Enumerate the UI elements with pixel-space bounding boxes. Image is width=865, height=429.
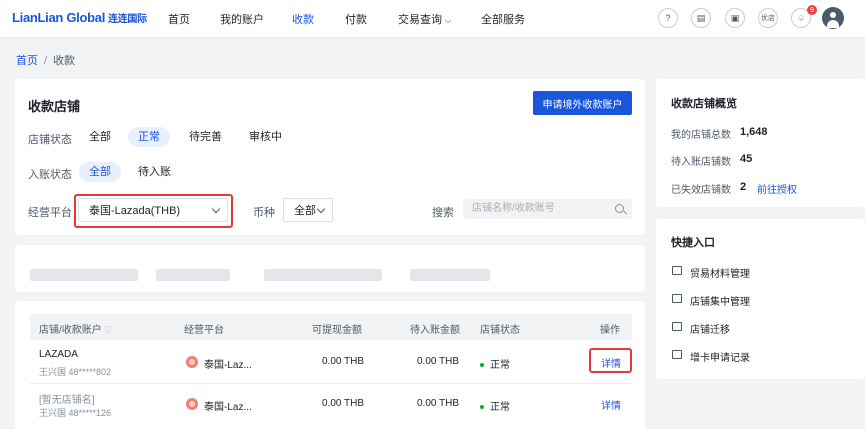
- col-status: 店铺状态: [480, 325, 520, 336]
- pending-stores-value: 45: [740, 153, 753, 165]
- breadcrumb-current: 收款: [53, 55, 76, 67]
- nav-transactions-label: 交易查询: [398, 14, 442, 26]
- row1-available: 0.00 THB: [322, 356, 365, 367]
- quick-store-management[interactable]: 店铺集中管理: [690, 293, 750, 308]
- row2-pending: 0.00 THB: [417, 398, 460, 409]
- table-header: 店铺/收款账户 ▽ 经营平台 可提现金额 待入账金额 店铺状态 操作: [30, 314, 632, 340]
- row2-owner: 王兴国 48*****126: [39, 408, 112, 418]
- row2-available: 0.00 THB: [322, 398, 365, 409]
- entry-status-label: 入账状态: [28, 169, 72, 181]
- expired-stores-label: 已失效店铺数: [671, 185, 731, 196]
- row1-status: 正常: [480, 356, 510, 371]
- detail-highlight-box: [589, 348, 632, 373]
- logo-cn: 连连国际: [108, 14, 147, 25]
- row2-detail-link[interactable]: 详情: [601, 397, 621, 412]
- nav-pay[interactable]: 付款: [345, 11, 367, 27]
- logo-en: LianLian Global: [12, 10, 106, 25]
- entry-filter-all[interactable]: 全部: [79, 162, 121, 182]
- go-authorize-link[interactable]: 前往授权: [757, 181, 797, 196]
- col-store-account-label: 店铺/收款账户: [39, 325, 102, 336]
- row2-status: 正常: [480, 398, 510, 413]
- lazada-icon: [186, 398, 198, 410]
- breadcrumb-separator: /: [44, 55, 48, 67]
- col-pending: 待入账金额: [410, 325, 460, 336]
- chevron-down-icon: ⌵: [445, 16, 452, 25]
- entry-filter-pending[interactable]: 待入账: [128, 162, 181, 182]
- total-stores-label: 我的店铺总数: [671, 130, 731, 141]
- col-store-account: 店铺/收款账户 ▽: [39, 321, 112, 336]
- pending-stores-label: 待入账店铺数: [671, 157, 731, 168]
- page-title: 收款店铺: [28, 99, 81, 114]
- search-label: 搜索: [432, 207, 454, 219]
- blurred-summary-1: [30, 269, 138, 281]
- top-header: LianLian Global 连连国际 首页 我的账户 收款 付款 交易查询 ⌵…: [0, 0, 865, 38]
- quick-card-applications[interactable]: 增卡申请记录: [690, 349, 750, 364]
- row1-store-name: LAZADA: [39, 349, 78, 360]
- status-dot-icon: [480, 363, 484, 368]
- row1-pending: 0.00 THB: [417, 356, 460, 367]
- search-icon[interactable]: [615, 204, 624, 213]
- quick-entry-title: 快捷入口: [671, 237, 715, 249]
- wallet-icon[interactable]: ▣: [725, 8, 745, 28]
- row-divider: [30, 383, 632, 384]
- document-icon[interactable]: ▤: [691, 8, 711, 28]
- avatar[interactable]: [822, 7, 844, 29]
- currency-label: 币种: [253, 207, 275, 219]
- blurred-summary-2: [156, 269, 230, 281]
- breadcrumb-home[interactable]: 首页: [16, 55, 38, 67]
- filter-icon[interactable]: ▽: [105, 325, 113, 336]
- currency-select-value: 全部: [294, 205, 316, 217]
- nav-receive[interactable]: 收款: [292, 11, 314, 27]
- layers-icon: [672, 294, 682, 303]
- col-platform: 经营平台: [184, 325, 224, 336]
- help-icon[interactable]: ?: [658, 8, 678, 28]
- status-filter-all[interactable]: 全部: [79, 127, 121, 147]
- col-action: 操作: [600, 325, 620, 336]
- nav-home[interactable]: 首页: [168, 11, 190, 27]
- row2-store-name: [暂无店铺名]: [39, 395, 95, 406]
- nav-my-account[interactable]: 我的账户: [220, 11, 264, 27]
- col-available: 可提现金额: [312, 325, 362, 336]
- brand-logo[interactable]: LianLian Global 连连国际: [12, 10, 147, 25]
- quick-store-migration[interactable]: 店铺迁移: [690, 321, 730, 336]
- apply-overseas-account-button[interactable]: 申请境外收款账户: [533, 91, 632, 115]
- store-status-label: 店铺状态: [28, 134, 72, 146]
- row1-owner: 王兴国 48*****802: [39, 367, 112, 377]
- overview-title: 收款店铺概览: [671, 98, 737, 110]
- lazada-icon: [186, 356, 198, 368]
- platform-highlight-box: [74, 194, 233, 228]
- status-filter-normal[interactable]: 正常: [128, 127, 170, 147]
- total-stores-value: 1,648: [740, 126, 768, 138]
- card-icon: [672, 350, 682, 359]
- book-icon: [672, 266, 682, 275]
- expired-stores-value: 2: [740, 181, 747, 193]
- notification-badge: 9: [807, 5, 817, 15]
- chevron-down-icon: [316, 204, 326, 214]
- quick-trade-materials[interactable]: 贸易材料管理: [690, 265, 750, 280]
- vip-icon[interactable]: 优店: [758, 8, 778, 28]
- row2-status-label: 正常: [490, 402, 510, 413]
- search-placeholder: 店铺名称/收款账号: [472, 203, 555, 214]
- currency-select[interactable]: 全部: [283, 198, 333, 222]
- blurred-summary-4: [410, 269, 490, 281]
- status-dot-icon: [480, 405, 484, 410]
- platform-label: 经营平台: [28, 207, 72, 219]
- blurred-summary-3: [264, 269, 382, 281]
- nav-all-services[interactable]: 全部服务: [481, 11, 525, 27]
- row1-status-label: 正常: [490, 360, 510, 371]
- row1-platform: 泰国-Laz...: [204, 360, 252, 371]
- status-filter-reviewing[interactable]: 审核中: [239, 127, 292, 147]
- search-input[interactable]: 店铺名称/收款账号: [463, 199, 632, 219]
- row2-platform: 泰国-Laz...: [204, 402, 252, 413]
- nav-transactions[interactable]: 交易查询 ⌵: [398, 11, 451, 27]
- store-icon: [672, 322, 682, 331]
- breadcrumb: 首页 / 收款: [16, 52, 75, 68]
- status-filter-pending[interactable]: 待完善: [179, 127, 232, 147]
